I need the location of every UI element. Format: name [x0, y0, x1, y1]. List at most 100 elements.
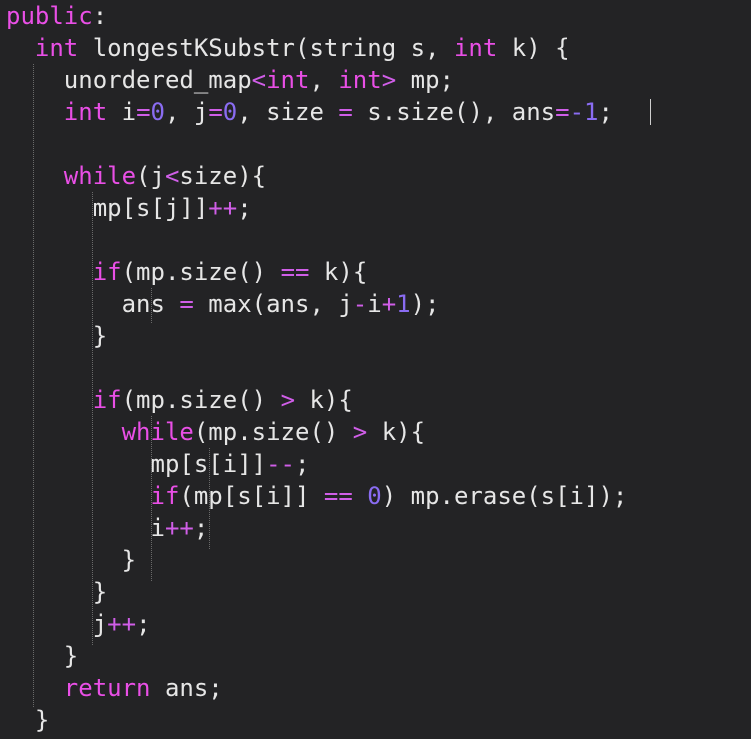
- code-token: --: [266, 450, 295, 478]
- code-token: ,: [309, 66, 339, 94]
- code-token: (mp.size(): [121, 258, 281, 286]
- code-line: mp[s[j]]++;: [6, 192, 252, 224]
- code-token: k){: [309, 258, 368, 286]
- code-token: int: [453, 34, 498, 62]
- code-token: ++: [107, 610, 137, 638]
- indent-guide: [209, 448, 210, 549]
- code-token: }: [92, 578, 108, 606]
- code-line: mp[s[i]]--;: [6, 448, 310, 480]
- code-token: mp[s[j]]: [92, 194, 209, 222]
- code-token: if: [150, 482, 180, 510]
- code-token: ) mp.erase(s[i]);: [381, 482, 628, 510]
- code-line: if(mp[s[i]] == 0) mp.erase(s[i]);: [6, 480, 628, 512]
- code-token: }: [34, 706, 50, 734]
- code-token: ;: [136, 610, 151, 638]
- code-token: <: [251, 66, 267, 94]
- code-token: int: [63, 98, 108, 126]
- code-token: i: [150, 514, 165, 542]
- code-token: unordered_map: [63, 66, 252, 94]
- code-token: max(ans, j: [193, 290, 353, 318]
- code-token: -1: [569, 98, 599, 126]
- code-token: 0: [150, 98, 165, 126]
- code-line: int longestKSubstr(string s, int k) {: [6, 32, 570, 64]
- code-token: j: [92, 610, 108, 638]
- code-token: if: [92, 386, 122, 414]
- code-editor[interactable]: public: int longestKSubstr(string s, int…: [0, 0, 751, 739]
- code-token: i: [107, 98, 137, 126]
- indent-guide: [151, 416, 152, 581]
- code-line: i++;: [6, 512, 209, 544]
- code-line: return ans;: [6, 672, 223, 704]
- code-token: =: [179, 290, 194, 318]
- code-token: ;: [193, 514, 209, 542]
- code-line: public:: [6, 0, 107, 32]
- code-token: ++: [208, 194, 238, 222]
- code-token: public: [6, 2, 93, 30]
- code-token: ;: [598, 98, 613, 126]
- code-line: if(mp.size() > k){: [6, 384, 353, 416]
- code-token: }: [121, 546, 137, 574]
- code-token: );: [410, 290, 440, 318]
- code-line: int i=0, j=0, size = s.size(), ans=-1;: [6, 96, 613, 128]
- code-line: unordered_map<int, int> mp;: [6, 64, 454, 96]
- code-token: (j: [136, 162, 165, 190]
- code-line: if(mp.size() == k){: [6, 256, 368, 288]
- code-token: ;: [295, 450, 310, 478]
- code-token: while: [63, 162, 137, 190]
- code-line: while(mp.size() > k){: [6, 416, 425, 448]
- code-token: int: [266, 66, 310, 94]
- code-token: k){: [367, 418, 426, 446]
- code-token: }: [92, 322, 108, 350]
- code-token: 0: [367, 482, 382, 510]
- code-token: int: [338, 66, 382, 94]
- code-token: 1: [396, 290, 411, 318]
- code-token: (mp.size(): [121, 386, 281, 414]
- code-line: while(j<size){: [6, 160, 266, 192]
- code-token: +: [381, 290, 397, 318]
- code-token: ans;: [150, 674, 223, 702]
- code-token: <: [164, 162, 180, 190]
- code-token: while: [121, 418, 194, 446]
- code-token: :: [92, 2, 108, 30]
- code-token: ;: [237, 194, 252, 222]
- code-token: ==: [323, 482, 353, 510]
- indent-guide: [92, 192, 93, 645]
- code-token: longestKSubstr(string s,: [78, 34, 454, 62]
- code-token: =: [338, 98, 353, 126]
- code-line: j++;: [6, 608, 151, 640]
- code-line: }: [6, 544, 136, 576]
- code-token: return: [63, 674, 151, 702]
- indent-guide: [151, 288, 152, 323]
- code-token: (mp.size(): [193, 418, 353, 446]
- code-line: }: [6, 704, 49, 736]
- code-token: k){: [295, 386, 353, 414]
- code-line: }: [6, 640, 78, 672]
- code-token: size){: [179, 162, 267, 190]
- code-token: 0: [222, 98, 238, 126]
- code-token: ==: [280, 258, 310, 286]
- code-token: k) {: [497, 34, 570, 62]
- code-token: =: [136, 98, 151, 126]
- code-token: , j: [164, 98, 209, 126]
- code-token: >: [381, 66, 397, 94]
- code-token: , size: [237, 98, 339, 126]
- code-token: (mp[s[i]]: [179, 482, 324, 510]
- code-token: =: [555, 98, 570, 126]
